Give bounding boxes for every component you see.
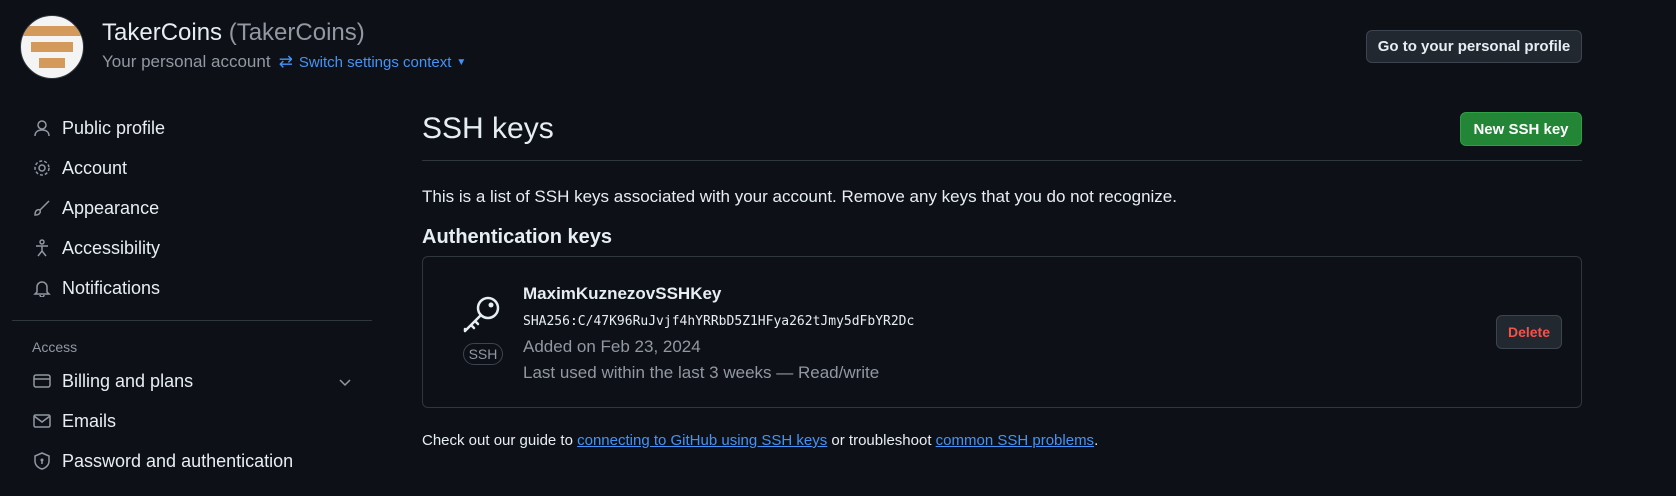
sidebar-item-emails[interactable]: Emails (12, 401, 372, 441)
avatar[interactable] (20, 15, 84, 79)
ssh-key-last-used: Last used within the last 3 weeks — Read… (523, 363, 880, 382)
sidebar-item-account[interactable]: Account (12, 148, 372, 188)
shield-lock-icon (32, 451, 52, 471)
credit-card-icon (32, 371, 52, 391)
sidebar-item-label: Notifications (62, 277, 161, 298)
footer-prefix: Check out our guide to (422, 432, 573, 449)
ssh-help-footer: Check out our guide to connecting to Git… (422, 432, 1098, 449)
ssh-key-fingerprint: SHA256:C/47K96RuJvjf4hYRRbD5Z1HFya262tJm… (523, 314, 915, 329)
sidebar-item-label: Public profile (62, 117, 166, 138)
sidebar-item-notifications[interactable]: Notifications (12, 268, 372, 308)
footer-suffix: . (1094, 432, 1099, 449)
page-title: SSH keys (422, 112, 554, 145)
title-divider (422, 160, 1582, 161)
account-handle: (TakerCoins) (228, 19, 365, 46)
sidebar-item-label: Accessibility (62, 237, 161, 258)
go-to-profile-button[interactable]: Go to your personal profile (1366, 30, 1582, 63)
sidebar-item-label: Account (62, 157, 128, 178)
person-icon (32, 118, 52, 138)
sidebar-item-appearance[interactable]: Appearance (12, 188, 372, 228)
ssh-key-added-date: Added on Feb 23, 2024 (523, 337, 701, 356)
arrow-switch-icon: ⇄ (278, 52, 293, 71)
accessibility-icon (32, 238, 52, 258)
account-name-text: TakerCoins (102, 19, 223, 46)
account-subtitle: Your personal account ⇄ Switch settings … (102, 52, 466, 72)
chevron-down-icon[interactable] (338, 373, 352, 394)
paintbrush-icon (32, 198, 52, 218)
key-icon (461, 293, 503, 335)
account-type: Your personal account (102, 52, 271, 71)
settings-sidebar: Public profile Account Appearance Access… (12, 108, 372, 481)
sidebar-item-label: Appearance (62, 197, 160, 218)
account-name: TakerCoins (TakerCoins) (102, 19, 365, 47)
ssh-problems-link[interactable]: common SSH problems (936, 432, 1094, 449)
delete-key-button[interactable]: Delete (1496, 315, 1562, 349)
ssh-badge: SSH (463, 343, 503, 365)
caret-down-icon: ▼ (456, 56, 467, 68)
connecting-ssh-guide-link[interactable]: connecting to GitHub using SSH keys (577, 432, 827, 449)
sidebar-divider (12, 320, 372, 321)
gear-icon (32, 158, 52, 178)
ssh-key-list: SSH MaximKuznezovSSHKey SHA256:C/47K96Ru… (422, 256, 1582, 408)
sidebar-item-label: Billing and plans (62, 370, 194, 391)
switch-settings-context-link[interactable]: ⇄ Switch settings context ▼ (279, 52, 467, 72)
sidebar-group-access: Access (32, 339, 78, 355)
sidebar-item-billing[interactable]: Billing and plans (12, 361, 372, 401)
new-ssh-key-button[interactable]: New SSH key (1460, 112, 1582, 146)
sidebar-item-password-auth[interactable]: Password and authentication (12, 441, 372, 481)
mail-icon (32, 411, 52, 431)
switch-context-label: Switch settings context (298, 53, 452, 71)
authentication-keys-heading: Authentication keys (422, 226, 613, 248)
sidebar-item-label: Password and authentication (62, 450, 294, 471)
sidebar-item-public-profile[interactable]: Public profile (12, 108, 372, 148)
sidebar-item-accessibility[interactable]: Accessibility (12, 228, 372, 268)
footer-middle: or troubleshoot (831, 432, 932, 449)
bell-icon (32, 278, 52, 298)
sidebar-item-label: Emails (62, 410, 117, 431)
ssh-key-title: MaximKuznezovSSHKey (523, 284, 722, 303)
page-description: This is a list of SSH keys associated wi… (422, 187, 1177, 206)
